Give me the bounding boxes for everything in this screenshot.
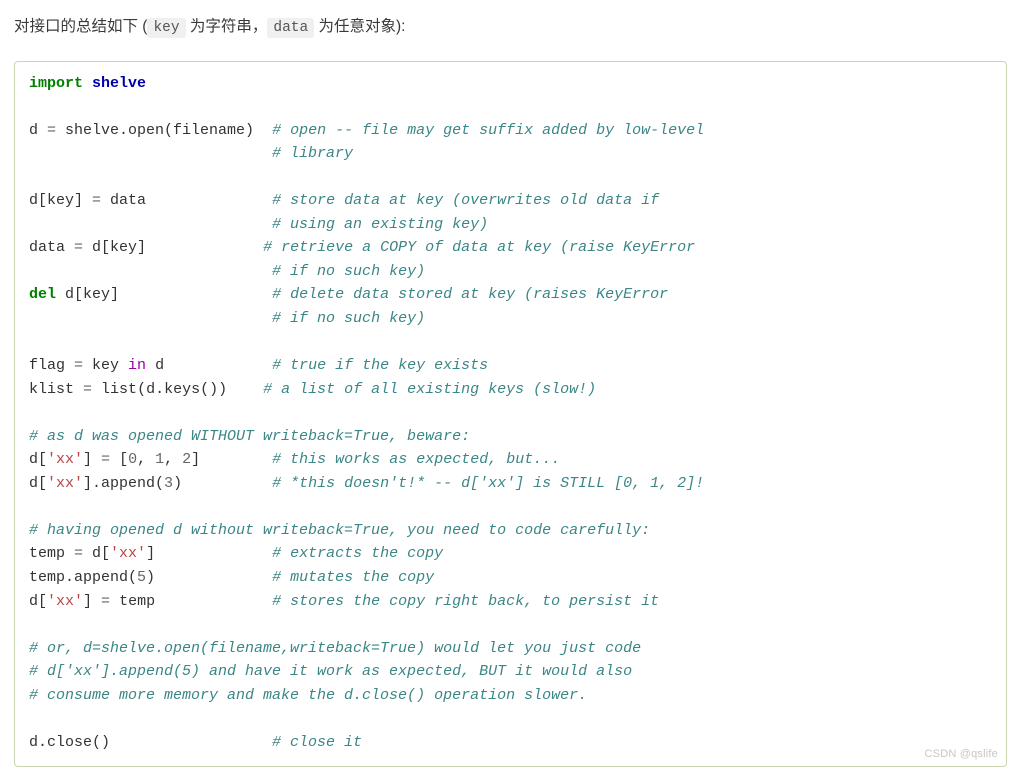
code-block: import shelve d = shelve.open(filename) …	[14, 61, 1007, 768]
keyword-import: import	[29, 75, 83, 92]
code-text: ].append(	[83, 475, 164, 492]
intro-paragraph: 对接口的总结如下 (key 为字符串，data 为任意对象):	[14, 12, 1007, 43]
comment: # if no such key)	[272, 310, 425, 327]
comment: # as d was opened WITHOUT writeback=True…	[29, 428, 470, 445]
inline-code-data: data	[267, 18, 314, 38]
code-text: ,	[137, 451, 155, 468]
intro-text-prefix: 对接口的总结如下 (	[14, 18, 147, 35]
code-text: )	[173, 475, 272, 492]
comment: # a list of all existing keys (slow!)	[263, 381, 596, 398]
comment: # library	[272, 145, 353, 162]
intro-text-mid: 为字符串，	[186, 18, 268, 35]
inline-code-key: key	[147, 18, 185, 38]
code-text: d	[146, 357, 272, 374]
code-text	[92, 381, 101, 398]
op-eq: =	[101, 593, 110, 610]
code-text: klist	[29, 381, 83, 398]
code-text: flag	[29, 357, 74, 374]
op-eq: =	[92, 192, 101, 209]
code-text: ,	[164, 451, 182, 468]
comment: # using an existing key)	[272, 216, 488, 233]
code-text: )	[146, 569, 272, 586]
code-text: ]	[83, 451, 101, 468]
code-text: ]	[146, 545, 272, 562]
comment: # extracts the copy	[272, 545, 443, 562]
comment: # open -- file may get suffix added by l…	[272, 122, 704, 139]
comment: # consume more memory and make the d.clo…	[29, 687, 587, 704]
code-text: (d.keys())	[137, 381, 263, 398]
code-text: [	[110, 451, 128, 468]
number: 1	[155, 451, 164, 468]
comment: # mutates the copy	[272, 569, 434, 586]
code-text: data	[29, 239, 74, 256]
code-text: d	[29, 122, 47, 139]
number: 5	[137, 569, 146, 586]
builtin-list: list	[101, 381, 137, 398]
comment: # retrieve a COPY of data at key (raise …	[263, 239, 695, 256]
string: 'xx'	[47, 451, 83, 468]
comment: # delete data stored at key (raises KeyE…	[272, 286, 668, 303]
comment: # d['xx'].append(5) and have it work as …	[29, 663, 632, 680]
comment: # having opened d without writeback=True…	[29, 522, 650, 539]
comment: # close it	[272, 734, 362, 751]
code-text: d[	[83, 545, 110, 562]
intro-text-suffix: 为任意对象):	[314, 18, 405, 35]
code-text: data	[101, 192, 272, 209]
watermark: CSDN @qslife	[925, 748, 998, 760]
code-pad	[29, 263, 272, 280]
code-text: d[	[29, 451, 47, 468]
module-shelve: shelve	[83, 75, 146, 92]
comment: # or, d=shelve.open(filename,writeback=T…	[29, 640, 641, 657]
comment: # stores the copy right back, to persist…	[272, 593, 659, 610]
code-text: temp	[29, 545, 74, 562]
string: 'xx'	[47, 593, 83, 610]
code-text: temp	[110, 593, 272, 610]
number: 0	[128, 451, 137, 468]
comment: # *this doesn't!* -- d['xx'] is STILL [0…	[272, 475, 704, 492]
code-text: d[	[29, 593, 47, 610]
string: 'xx'	[110, 545, 146, 562]
op-eq: =	[83, 381, 92, 398]
code-text: shelve.open(filename)	[56, 122, 272, 139]
op-eq: =	[74, 357, 83, 374]
number: 2	[182, 451, 191, 468]
comment: # true if the key exists	[272, 357, 488, 374]
code-text: d[key]	[29, 192, 92, 209]
code-text: ]	[191, 451, 272, 468]
op-eq: =	[74, 545, 83, 562]
code-pad	[29, 216, 272, 233]
code-pad	[29, 145, 272, 162]
code-text: d[key]	[56, 286, 272, 303]
op-eq: =	[74, 239, 83, 256]
number: 3	[164, 475, 173, 492]
code-content: import shelve d = shelve.open(filename) …	[29, 72, 992, 755]
op-eq: =	[101, 451, 110, 468]
code-pad	[29, 310, 272, 327]
op-eq: =	[47, 122, 56, 139]
code-text: ]	[83, 593, 101, 610]
comment: # store data at key (overwrites old data…	[272, 192, 659, 209]
keyword-del: del	[29, 286, 56, 303]
comment: # this works as expected, but...	[272, 451, 560, 468]
code-text: d.close()	[29, 734, 272, 751]
comment: # if no such key)	[272, 263, 425, 280]
code-text: key	[83, 357, 128, 374]
string: 'xx'	[47, 475, 83, 492]
code-text: temp.append(	[29, 569, 137, 586]
keyword-in: in	[128, 357, 146, 374]
code-text: d[key]	[83, 239, 263, 256]
code-text: d[	[29, 475, 47, 492]
